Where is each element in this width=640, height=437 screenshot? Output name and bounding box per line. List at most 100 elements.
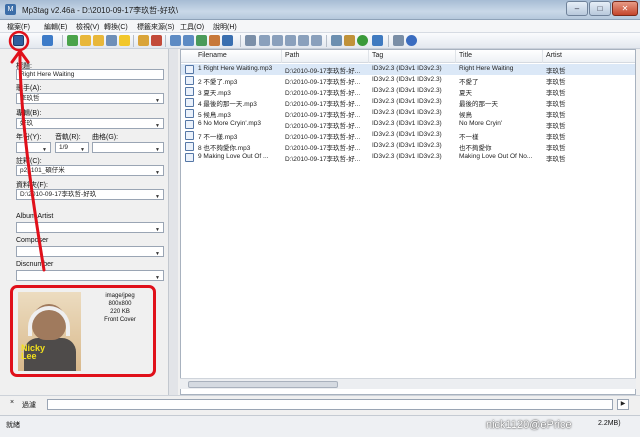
cell-title: 最後的那一天 bbox=[459, 101, 498, 108]
genre-field[interactable]: ▼ bbox=[92, 142, 164, 153]
edit-icon[interactable] bbox=[245, 35, 256, 46]
menu-edit[interactable]: 編輯(E) bbox=[44, 22, 67, 32]
comment-field[interactable]: p2p101_碩仔米 ▼ bbox=[16, 165, 164, 176]
filter-input[interactable] bbox=[47, 399, 613, 410]
year-field[interactable]: ▼ bbox=[16, 142, 51, 153]
menu-convert[interactable]: 轉換(C) bbox=[104, 22, 128, 32]
col-filename[interactable]: Filename bbox=[198, 52, 227, 59]
menu-view[interactable]: 檢視(V) bbox=[76, 22, 99, 32]
import-icon[interactable] bbox=[272, 35, 283, 46]
audio-file-icon bbox=[185, 131, 194, 140]
toolbar bbox=[0, 33, 640, 49]
cell-artist: 李玖哲 bbox=[546, 134, 566, 141]
table-row[interactable]: 3 夏天.mp3 D:\2010-09-17李玖哲-好... ID3v2.3 (ID… bbox=[181, 86, 635, 97]
col-artist[interactable]: Artist bbox=[546, 52, 562, 59]
list-header: Filename Path Tag Title Artist bbox=[181, 50, 635, 63]
horizontal-scrollbar[interactable] bbox=[180, 378, 636, 389]
column-separator[interactable] bbox=[368, 50, 369, 63]
cell-tag: ID3v2.3 (ID3v1 ID3v2.3) bbox=[372, 153, 442, 160]
musicbrainz-icon[interactable] bbox=[357, 35, 368, 46]
freedb-icon[interactable] bbox=[344, 35, 355, 46]
table-row[interactable]: 4 最後的那一天.mp3 D:\2010-09-17李玖哲-好... ID3v2.3… bbox=[181, 97, 635, 108]
favorite-icon[interactable] bbox=[119, 35, 130, 46]
filename-tag-icon[interactable] bbox=[209, 35, 220, 46]
tag-filename-icon[interactable] bbox=[196, 35, 207, 46]
title-field[interactable]: Right Here Waiting bbox=[16, 69, 164, 80]
title-bar: M Mp3tag v2.46a - D:\2010-09-17李玖哲-好玖\ –… bbox=[0, 0, 640, 20]
table-row[interactable]: 7 不一樣.mp3 D:\2010-09-17李玖哲-好... ID3v2.3 (I… bbox=[181, 130, 635, 141]
list-icon[interactable] bbox=[298, 35, 309, 46]
directory-value: D:\2010-09-17李玖哲-好玖 bbox=[20, 191, 97, 198]
text-file-icon[interactable] bbox=[285, 35, 296, 46]
filter-close-icon[interactable]: × bbox=[10, 399, 14, 406]
year-label: 年份(Y): bbox=[16, 134, 42, 141]
help-icon[interactable] bbox=[406, 35, 417, 46]
audio-file-icon bbox=[185, 120, 194, 129]
close-button[interactable]: ✕ bbox=[612, 1, 638, 16]
table-row[interactable]: 9 Making Love Out Of ... D:\2010-09-17李玖哲… bbox=[181, 152, 635, 163]
toolbar-separator bbox=[326, 35, 327, 47]
cell-title: 不愛了 bbox=[459, 79, 479, 86]
refresh-icon[interactable] bbox=[67, 35, 78, 46]
cover-art-image[interactable]: Nicky Lee bbox=[18, 292, 81, 371]
filter-go-button[interactable]: ▶ bbox=[617, 399, 629, 410]
album-field[interactable]: 好玖 ▼ bbox=[16, 118, 164, 129]
maximize-button[interactable]: □ bbox=[589, 1, 611, 16]
table-row[interactable]: 5 候鳥.mp3 D:\2010-09-17李玖哲-好... ID3v2.3 (ID… bbox=[181, 108, 635, 119]
folder-icon[interactable] bbox=[138, 35, 149, 46]
cell-title: Right Here Waiting bbox=[459, 65, 514, 72]
column-separator[interactable] bbox=[281, 50, 282, 63]
menu-tools[interactable]: 工具(O) bbox=[180, 22, 204, 32]
panel-splitter[interactable] bbox=[168, 49, 178, 395]
text-case-icon[interactable] bbox=[222, 35, 233, 46]
table-row[interactable]: 6 No More Cryin'.mp3 D:\2010-09-17李玖哲-好..… bbox=[181, 119, 635, 130]
open-folder-icon[interactable] bbox=[80, 35, 91, 46]
cell-path: D:\2010-09-17李玖哲-好... bbox=[285, 90, 361, 97]
watermark: nick1120@ePrice bbox=[486, 419, 572, 431]
window-title: Mp3tag v2.46a - D:\2010-09-17李玖哲-好玖\ bbox=[22, 6, 179, 15]
remove-tag-icon[interactable] bbox=[151, 35, 162, 46]
column-separator[interactable] bbox=[455, 50, 456, 63]
cell-filename: 6 No More Cryin'.mp3 bbox=[198, 120, 262, 127]
directory-field[interactable]: D:\2010-09-17李玖哲-好玖 ▼ bbox=[16, 189, 164, 200]
save-icon[interactable] bbox=[13, 35, 24, 46]
export-icon[interactable] bbox=[259, 35, 270, 46]
web-source-icon[interactable] bbox=[331, 35, 342, 46]
menu-tag-sources[interactable]: 標籤來源(S) bbox=[137, 22, 174, 32]
cell-tag: ID3v2.3 (ID3v1 ID3v2.3) bbox=[372, 87, 442, 94]
menu-help[interactable]: 說明(H) bbox=[213, 22, 237, 32]
amazon-icon[interactable] bbox=[372, 35, 383, 46]
menu-file[interactable]: 檔案(F) bbox=[7, 22, 30, 32]
albumartist-field[interactable]: ▼ bbox=[16, 222, 164, 233]
col-title[interactable]: Title bbox=[459, 52, 472, 59]
table-row[interactable]: 8 也不夠愛你.mp3 D:\2010-09-17李玖哲-好... ID3v2.3 … bbox=[181, 141, 635, 152]
autonumber-icon[interactable] bbox=[311, 35, 322, 46]
col-tag[interactable]: Tag bbox=[372, 52, 383, 59]
genre-label: 曲格(G): bbox=[92, 134, 119, 141]
audio-file-icon bbox=[185, 65, 194, 74]
copy-tag-icon[interactable] bbox=[170, 35, 181, 46]
add-folder-icon[interactable] bbox=[93, 35, 104, 46]
menu-bar: 檔案(F) 編輯(E) 檢視(V) 轉換(C) 標籤來源(S) 工具(O) 說明… bbox=[0, 20, 640, 33]
scrollbar-thumb[interactable] bbox=[188, 381, 338, 388]
discnumber-field[interactable]: ▼ bbox=[16, 270, 164, 281]
audio-file-icon bbox=[185, 87, 194, 96]
cover-artist-text: Nicky Lee bbox=[21, 344, 45, 361]
artist-field[interactable]: 李玖哲 ▼ bbox=[16, 93, 164, 104]
minimize-button[interactable]: – bbox=[566, 1, 588, 16]
cell-filename: 1 Right Here Waiting.mp3 bbox=[198, 65, 273, 72]
column-separator[interactable] bbox=[542, 50, 543, 63]
undo-icon[interactable] bbox=[42, 35, 53, 46]
composer-field[interactable]: ▼ bbox=[16, 246, 164, 257]
chevron-down-icon: ▼ bbox=[155, 123, 160, 129]
chevron-down-icon: ▼ bbox=[42, 147, 47, 153]
cell-path: D:\2010-09-17李玖哲-好... bbox=[285, 123, 361, 130]
options-icon[interactable] bbox=[393, 35, 404, 46]
paste-tag-icon[interactable] bbox=[183, 35, 194, 46]
playlist-icon[interactable] bbox=[106, 35, 117, 46]
cell-filename: 9 Making Love Out Of ... bbox=[198, 153, 269, 160]
col-path[interactable]: Path bbox=[285, 52, 299, 59]
track-field[interactable]: 1/9 ▼ bbox=[55, 142, 89, 153]
table-row[interactable]: 1 Right Here Waiting.mp3 D:\2010-09-17李玖哲… bbox=[181, 64, 635, 75]
table-row[interactable]: 2 不愛了.mp3 D:\2010-09-17李玖哲-好... ID3v2.3 (I… bbox=[181, 75, 635, 86]
